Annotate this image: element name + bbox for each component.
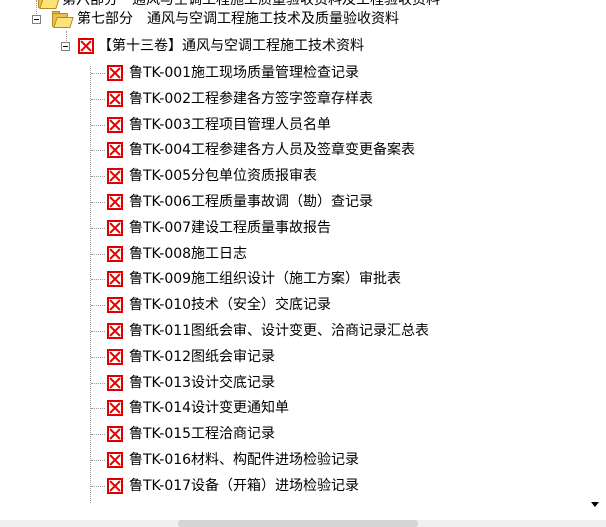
tree-item[interactable]: 鲁TK-001施工现场质量管理检查记录 bbox=[107, 62, 359, 84]
tree-connector bbox=[91, 331, 105, 332]
broken-document-icon bbox=[107, 220, 123, 236]
broken-document-icon bbox=[107, 478, 123, 494]
tree-item-label: 鲁TK-015工程洽商记录 bbox=[129, 426, 276, 442]
tree-item-label: 鲁TK-009施工组织设计（施工方案）审批表 bbox=[129, 271, 402, 287]
broken-document-icon bbox=[107, 297, 123, 313]
broken-document-icon bbox=[107, 194, 123, 210]
tree-node-part-seven[interactable]: 第七部分 通风与空调工程施工技术及质量验收资料 bbox=[30, 8, 399, 30]
tree-connector bbox=[91, 460, 105, 461]
broken-document-icon bbox=[107, 452, 123, 468]
tree-connector bbox=[90, 66, 91, 503]
scroll-down-arrow-icon[interactable] bbox=[587, 496, 604, 513]
tree-connector bbox=[91, 228, 105, 229]
tree-item-label: 鲁TK-016材料、构配件进场检验记录 bbox=[129, 452, 360, 468]
tree-item[interactable]: 鲁TK-012图纸会审记录 bbox=[107, 346, 275, 368]
broken-document-icon bbox=[107, 65, 123, 81]
tree-item-label: 鲁TK-013设计交底记录 bbox=[129, 375, 276, 391]
tree-connector bbox=[91, 279, 105, 280]
tree-connector bbox=[91, 150, 105, 151]
tree-item-label: 鲁TK-011图纸会审、设计变更、洽商记录汇总表 bbox=[129, 323, 430, 339]
tree-item[interactable]: 鲁TK-007建设工程质量事故报告 bbox=[107, 217, 331, 239]
tree-item[interactable]: 鲁TK-014设计变更通知单 bbox=[107, 397, 289, 419]
horizontal-scroll-thumb[interactable] bbox=[178, 520, 418, 527]
tree-item-label: 鲁TK-001施工现场质量管理检查记录 bbox=[129, 65, 360, 81]
broken-document-icon bbox=[107, 168, 123, 184]
tree-item[interactable]: 鲁TK-008施工日志 bbox=[107, 243, 247, 265]
tree-item-label: 鲁TK-008施工日志 bbox=[129, 246, 248, 262]
tree-connector bbox=[91, 305, 105, 306]
tree-connector bbox=[91, 73, 105, 74]
tree-item-label: 鲁TK-017设备（开箱）进场检验记录 bbox=[129, 478, 360, 494]
tree-connector bbox=[91, 408, 105, 409]
tree-item[interactable]: 鲁TK-011图纸会审、设计变更、洽商记录汇总表 bbox=[107, 320, 429, 342]
horizontal-scrollbar[interactable] bbox=[0, 520, 606, 527]
broken-document-icon bbox=[107, 375, 123, 391]
tree-node-label: 第七部分 通风与空调工程施工技术及质量验收资料 bbox=[77, 11, 399, 27]
collapse-toggle[interactable] bbox=[61, 42, 70, 51]
collapse-toggle[interactable] bbox=[32, 15, 41, 24]
tree-connector bbox=[91, 202, 105, 203]
broken-document-icon bbox=[107, 271, 123, 287]
tree-item[interactable]: 鲁TK-016材料、构配件进场检验记录 bbox=[107, 449, 359, 471]
tree-node-label: 【第十三卷】通风与空调工程施工技术资料 bbox=[98, 38, 364, 54]
tree-item[interactable]: 鲁TK-006工程质量事故调（勘）查记录 bbox=[107, 191, 373, 213]
broken-document-icon bbox=[78, 38, 94, 54]
tree-connector bbox=[91, 99, 105, 100]
tree-item-label: 鲁TK-005分包单位资质报审表 bbox=[129, 168, 318, 184]
tree-item[interactable]: 鲁TK-002工程参建各方签字签章存样表 bbox=[107, 88, 373, 110]
broken-document-icon bbox=[107, 91, 123, 107]
tree-item[interactable]: 鲁TK-010技术（安全）交底记录 bbox=[107, 294, 331, 316]
broken-document-icon bbox=[107, 142, 123, 158]
tree-connector bbox=[91, 254, 105, 255]
tree-item-label: 鲁TK-003工程项目管理人员名单 bbox=[129, 117, 332, 133]
tree-item-label: 鲁TK-004工程参建各方人员及签章变更备案表 bbox=[129, 142, 416, 158]
broken-document-icon bbox=[107, 323, 123, 339]
vertical-scrollbar[interactable] bbox=[585, 0, 606, 520]
tree-item[interactable]: 鲁TK-015工程洽商记录 bbox=[107, 423, 275, 445]
folder-open-icon bbox=[52, 11, 74, 28]
tree-connector bbox=[91, 486, 105, 487]
tree-item[interactable]: 鲁TK-013设计交底记录 bbox=[107, 372, 275, 394]
tree-connector bbox=[91, 434, 105, 435]
tree-connector bbox=[91, 176, 105, 177]
tree-item[interactable]: 鲁TK-003工程项目管理人员名单 bbox=[107, 114, 331, 136]
tree-connector bbox=[91, 357, 105, 358]
tree-view[interactable]: 第六部分 通风与空调工程施工质量验收资料及工程验收资料 第七部分 通风与空调工程… bbox=[0, 0, 585, 520]
tree-item[interactable]: 鲁TK-009施工组织设计（施工方案）审批表 bbox=[107, 268, 401, 290]
broken-document-icon bbox=[107, 117, 123, 133]
tree-node-volume-13[interactable]: 【第十三卷】通风与空调工程施工技术资料 bbox=[58, 35, 364, 57]
tree-item[interactable]: 鲁TK-005分包单位资质报审表 bbox=[107, 165, 317, 187]
tree-item[interactable]: 鲁TK-004工程参建各方人员及签章变更备案表 bbox=[107, 139, 415, 161]
tree-connector bbox=[91, 383, 105, 384]
tree-item-label: 鲁TK-010技术（安全）交底记录 bbox=[129, 297, 332, 313]
tree-item-label: 鲁TK-012图纸会审记录 bbox=[129, 349, 276, 365]
broken-document-icon bbox=[107, 426, 123, 442]
broken-document-icon bbox=[107, 349, 123, 365]
tree-item-label: 鲁TK-006工程质量事故调（勘）查记录 bbox=[129, 194, 374, 210]
tree-item[interactable]: 鲁TK-017设备（开箱）进场检验记录 bbox=[107, 475, 359, 497]
tree-item-label: 鲁TK-014设计变更通知单 bbox=[129, 400, 290, 416]
folder-icon bbox=[38, 0, 60, 9]
tree-view-window: 第六部分 通风与空调工程施工质量验收资料及工程验收资料 第七部分 通风与空调工程… bbox=[0, 0, 606, 527]
tree-item-label: 鲁TK-007建设工程质量事故报告 bbox=[129, 220, 332, 236]
broken-document-icon bbox=[107, 400, 123, 416]
broken-document-icon bbox=[107, 246, 123, 262]
tree-connector bbox=[91, 125, 105, 126]
tree-item-label: 鲁TK-002工程参建各方签字签章存样表 bbox=[129, 91, 374, 107]
